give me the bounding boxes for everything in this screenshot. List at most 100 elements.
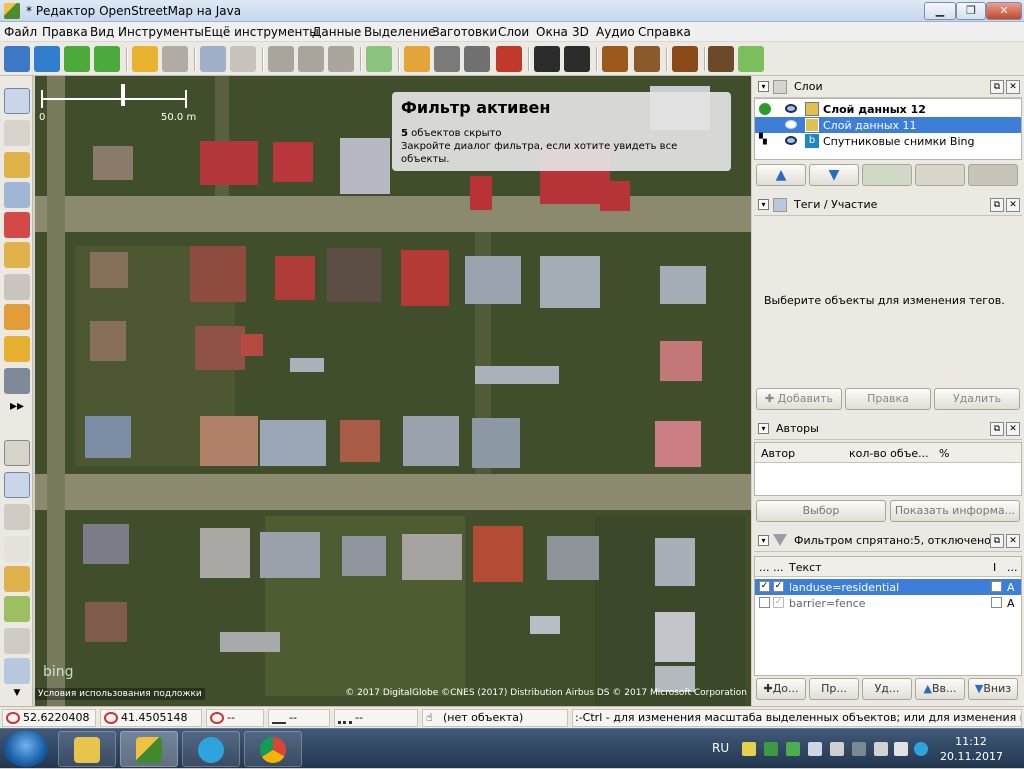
telegram-tray-icon[interactable]: [914, 742, 928, 756]
action-center-flag-icon[interactable]: [894, 742, 908, 756]
nvidia-icon[interactable]: [764, 742, 778, 756]
input-language[interactable]: RU: [712, 741, 729, 755]
lasso-tool-icon[interactable]: [4, 120, 30, 146]
factory-icon[interactable]: [708, 46, 734, 72]
highway-icon[interactable]: [434, 46, 460, 72]
delete-filter-button[interactable]: Уд...: [862, 678, 912, 700]
search-icon[interactable]: [200, 46, 226, 72]
filter-row[interactable]: ✓ barrier=fence A: [755, 595, 1021, 611]
collapse-toggle-icon[interactable]: ▾: [758, 423, 769, 434]
draw-pencil-icon[interactable]: [4, 336, 30, 362]
clock[interactable]: 11:12 20.11.2017: [940, 734, 1003, 764]
menu-view[interactable]: Вид: [90, 25, 114, 39]
move-up-icon[interactable]: ▲: [756, 164, 806, 186]
merge-layer-icon[interactable]: [862, 164, 912, 186]
select-tool-icon[interactable]: [4, 88, 30, 114]
detach-panel-icon[interactable]: ⧉: [990, 422, 1004, 436]
delete-layer-icon[interactable]: [968, 164, 1018, 186]
refresh-icon[interactable]: [328, 46, 354, 72]
split-way-icon[interactable]: [298, 46, 324, 72]
extrude-tool-icon[interactable]: [4, 304, 30, 330]
wall-icon[interactable]: [496, 46, 522, 72]
menu-layers[interactable]: Слои: [498, 25, 529, 39]
menu-edit[interactable]: Правка: [42, 25, 88, 39]
move-down-icon[interactable]: ▼: [809, 164, 859, 186]
menu-selection[interactable]: Выделение: [364, 25, 435, 39]
filter-row-selected[interactable]: ✓ ✓ landuse=residential A: [755, 579, 1021, 595]
detach-panel-icon[interactable]: ⧉: [990, 80, 1004, 94]
restaurant-icon[interactable]: [634, 46, 660, 72]
redo-icon[interactable]: [162, 46, 188, 72]
building-tool-icon[interactable]: [4, 368, 30, 394]
filter-inverted-checkbox[interactable]: [991, 581, 1002, 592]
menu-data[interactable]: Данные: [312, 25, 361, 39]
upload-icon[interactable]: [94, 46, 120, 72]
col-author[interactable]: Автор: [761, 447, 795, 460]
layer-settings-icon[interactable]: [915, 164, 965, 186]
bus-icon[interactable]: [564, 46, 590, 72]
visibility-eye-icon[interactable]: [785, 104, 797, 113]
close-panel-icon[interactable]: ✕: [1006, 534, 1020, 548]
network-icon[interactable]: [874, 742, 888, 756]
tray-gray-icon[interactable]: [852, 742, 866, 756]
close-panel-icon[interactable]: ✕: [1006, 198, 1020, 212]
more-tools-icon[interactable]: ▸▸: [4, 398, 30, 424]
filter-hide-checkbox[interactable]: ✓: [773, 597, 784, 608]
delete-tool-icon[interactable]: [4, 212, 30, 238]
draw-tool-icon[interactable]: [4, 152, 30, 178]
taskbar-telegram[interactable]: [182, 731, 240, 767]
show-info-button[interactable]: Показать информа...: [890, 500, 1020, 522]
improve-way-tool-icon[interactable]: [4, 242, 30, 268]
menu-tools[interactable]: Инструменты: [118, 25, 204, 39]
tray-app-icon[interactable]: [742, 742, 756, 756]
maximize-button[interactable]: ❐: [956, 2, 986, 20]
minimap-icon[interactable]: [4, 658, 30, 684]
collapse-toggle-icon[interactable]: ▾: [758, 199, 769, 210]
open-file-icon[interactable]: [4, 46, 30, 72]
taskbar-josm[interactable]: [120, 731, 178, 767]
menu-windows[interactable]: Окна: [536, 25, 568, 39]
castle-icon[interactable]: [672, 46, 698, 72]
menu-audio[interactable]: Аудио: [596, 25, 635, 39]
menu-presets[interactable]: Заготовки: [432, 25, 497, 39]
device-icon[interactable]: [808, 742, 822, 756]
tags-toggle-icon[interactable]: [4, 472, 30, 498]
col-hide[interactable]: ...: [773, 561, 784, 574]
filter-enabled-checkbox[interactable]: ✓: [759, 581, 770, 592]
menu-3d[interactable]: 3D: [572, 25, 589, 39]
scroll-down-icon[interactable]: ▼: [4, 688, 30, 702]
close-panel-icon[interactable]: ✕: [1006, 80, 1020, 94]
select-authors-button[interactable]: Выбор: [756, 500, 886, 522]
collapse-toggle-icon[interactable]: ▾: [758, 81, 769, 92]
history-icon[interactable]: [4, 566, 30, 592]
minimize-button[interactable]: ▁: [924, 2, 956, 20]
layer-row[interactable]: ▚ b Спутниковые снимки Bing: [755, 133, 1021, 149]
shop-icon[interactable]: [738, 46, 764, 72]
filter-enabled-checkbox[interactable]: [759, 597, 770, 608]
col-text[interactable]: Текст: [789, 561, 822, 574]
col-mode[interactable]: ...: [1007, 561, 1018, 574]
taskbar-file-explorer[interactable]: [58, 731, 116, 767]
layer-row-selected[interactable]: Слой данных 11: [755, 117, 1021, 133]
close-panel-icon[interactable]: ✕: [1006, 422, 1020, 436]
layers-toggle-icon[interactable]: [4, 440, 30, 466]
notes-icon[interactable]: [4, 596, 30, 622]
road-icon[interactable]: [404, 46, 430, 72]
visibility-eye-icon[interactable]: [785, 136, 797, 145]
parallel-tool-icon[interactable]: [4, 274, 30, 300]
edit-tag-button[interactable]: Правка: [845, 388, 931, 410]
save-icon[interactable]: [34, 46, 60, 72]
col-percent[interactable]: %: [939, 447, 949, 460]
menu-file[interactable]: Файл: [4, 25, 37, 39]
col-inverted[interactable]: I: [993, 561, 996, 574]
selection-list-icon[interactable]: [4, 536, 30, 562]
visibility-eye-icon[interactable]: [785, 120, 797, 129]
filter-hide-checkbox[interactable]: ✓: [773, 581, 784, 592]
tray-green-icon[interactable]: [786, 742, 800, 756]
speaker-icon[interactable]: [830, 742, 844, 756]
layer-row[interactable]: Слой данных 12: [755, 101, 1021, 117]
imagery-terms-link[interactable]: Условия использования подложки: [35, 688, 205, 700]
validate-icon[interactable]: [366, 46, 392, 72]
download-icon[interactable]: [64, 46, 90, 72]
properties-icon[interactable]: [230, 46, 256, 72]
